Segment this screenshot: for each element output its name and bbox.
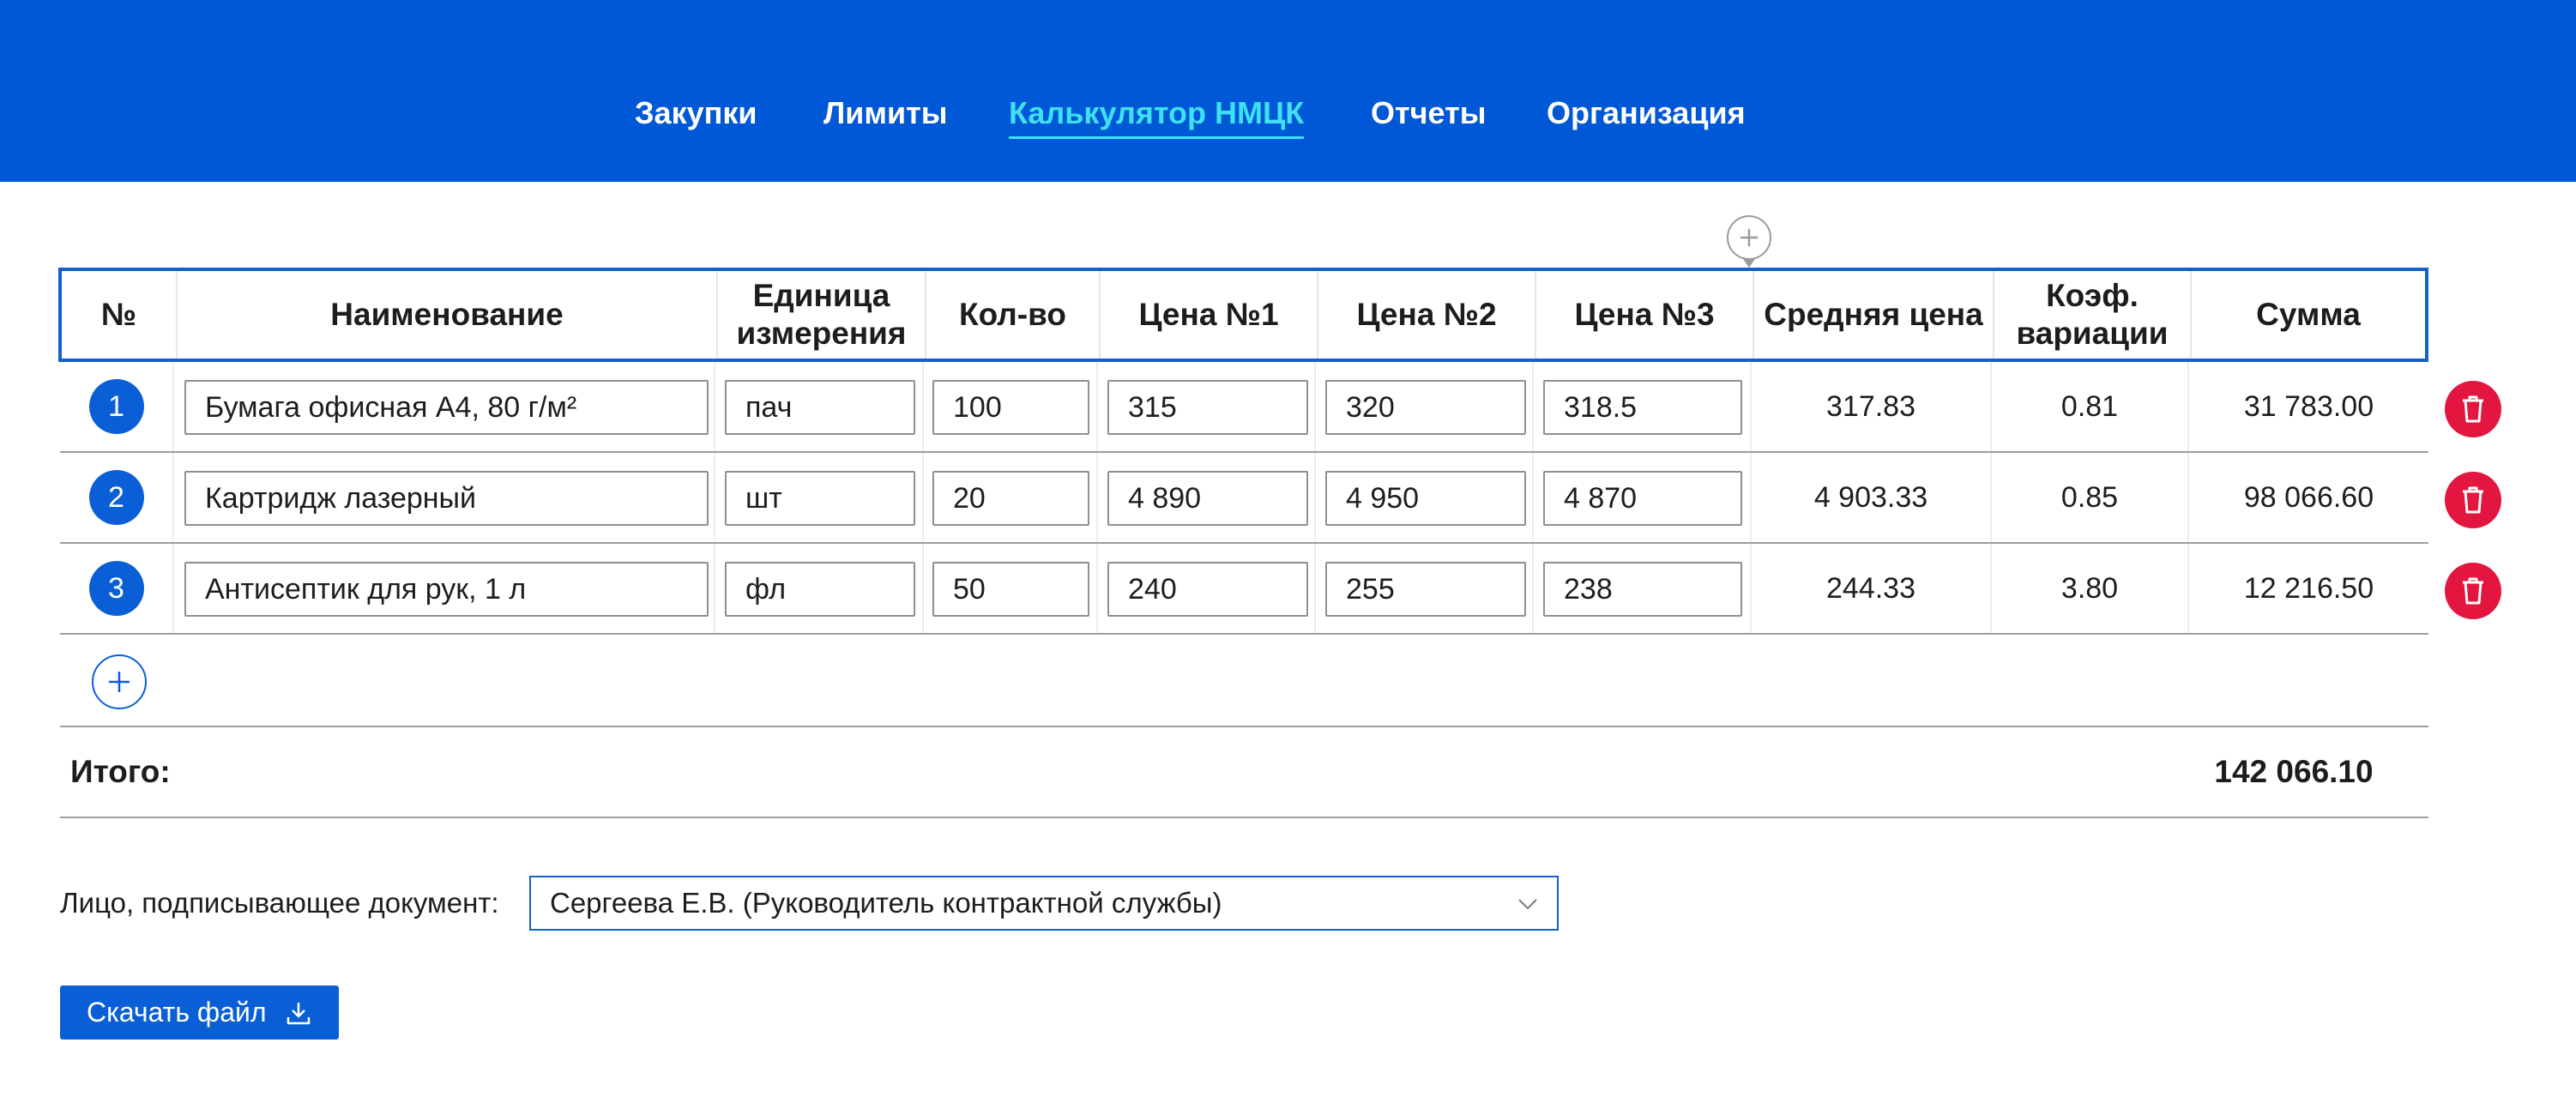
row-number-badge: 2 — [88, 470, 144, 525]
download-icon — [287, 1003, 311, 1025]
table-header: № Наименование Единица измерения Кол-во … — [58, 268, 2428, 362]
signer-select[interactable]: Сергеева Е.В. (Руководитель контрактной … — [529, 876, 1559, 931]
chevron-down-icon — [1518, 899, 1537, 910]
price-3-input[interactable]: 318.5 — [1543, 380, 1742, 435]
sum-value: 31 783.00 — [2243, 389, 2374, 423]
header-variation-coef: Коэф. вариации — [1993, 271, 2190, 359]
header-unit: Единица измерения — [716, 271, 925, 359]
row-num-cell: 3 — [60, 544, 172, 633]
trash-icon — [2463, 395, 2483, 423]
download-button-label: Скачать файл — [87, 997, 267, 1028]
add-row-area — [60, 636, 2428, 727]
nav-item-reports[interactable]: Отчеты — [1371, 89, 1486, 137]
sum-cell: 31 783.00 — [2187, 362, 2428, 451]
variation-coef-value: 0.85 — [2060, 480, 2119, 514]
price-1-input[interactable]: 4 890 — [1107, 471, 1308, 526]
item-name-input[interactable]: Антисептик для рук, 1 л — [184, 562, 709, 617]
price-2-input[interactable]: 4 950 — [1325, 471, 1526, 526]
average-price-cell: 4 903.33 — [1750, 453, 1990, 542]
row-number-badge: 3 — [88, 561, 144, 616]
header-num: № — [100, 297, 137, 332]
row-number-badge: 1 — [88, 379, 144, 434]
delete-row-button[interactable] — [2445, 563, 2501, 619]
header-name: Наименование — [176, 271, 716, 359]
price-3-input[interactable]: 238 — [1543, 562, 1742, 617]
average-price-cell: 317.83 — [1750, 362, 1990, 451]
header-coef-line1: Коэф. — [2046, 278, 2139, 313]
sum-value: 12 216.50 — [2243, 571, 2374, 605]
average-price-cell: 244.33 — [1750, 544, 1990, 633]
download-file-button[interactable]: Скачать файл — [60, 985, 339, 1040]
unit-input[interactable]: пач — [725, 380, 915, 435]
sum-value: 98 066.60 — [2243, 480, 2374, 514]
quantity-input[interactable]: 50 — [932, 562, 1089, 617]
delete-row-button[interactable] — [2445, 472, 2501, 528]
price-2-input[interactable]: 320 — [1325, 380, 1526, 435]
average-price-value: 317.83 — [1826, 389, 1915, 423]
row-num-cell: 2 — [60, 453, 172, 542]
top-navigation-bar: Закупки Лимиты Калькулятор НМЦК Отчеты О… — [0, 0, 2576, 182]
unit-input[interactable]: шт — [725, 471, 915, 526]
header-sum: Сумма — [2190, 271, 2425, 359]
row-num-cell: 1 — [60, 362, 172, 451]
quantity-input[interactable]: 20 — [932, 471, 1089, 526]
variation-coef-value: 3.80 — [2060, 571, 2119, 605]
total-value: 142 066.10 — [2214, 754, 2374, 789]
header-price-1: Цена №1 — [1099, 271, 1317, 359]
table-row: 1 Бумага офисная А4, 80 г/м² пач 100 315… — [60, 362, 2428, 453]
variation-coef-cell: 0.85 — [1990, 453, 2187, 542]
table-row: 2 Картридж лазерный шт 20 4 890 4 950 4 … — [60, 453, 2428, 544]
plus-icon — [109, 672, 130, 692]
table-row: 3 Антисептик для рук, 1 л фл 50 240 255 … — [60, 544, 2428, 635]
add-column-button[interactable] — [1727, 215, 1771, 268]
nav-item-purchases[interactable]: Закупки — [635, 89, 757, 137]
unit-input[interactable]: фл — [725, 562, 915, 617]
main-nav: Закупки Лимиты Калькулятор НМЦК Отчеты О… — [0, 89, 2576, 139]
add-row-button[interactable] — [92, 654, 147, 709]
header-unit-line1: Единица — [752, 278, 890, 313]
price-1-input[interactable]: 315 — [1107, 380, 1308, 435]
nav-item-organization[interactable]: Организация — [1547, 89, 1746, 137]
average-price-value: 4 903.33 — [1813, 480, 1928, 514]
header-unit-line2: измерения — [736, 316, 907, 351]
trash-icon — [2463, 577, 2483, 605]
variation-coef-cell: 3.80 — [1990, 544, 2187, 633]
nav-item-nmck-calculator[interactable]: Калькулятор НМЦК — [1009, 89, 1305, 139]
sum-cell: 12 216.50 — [2187, 544, 2428, 633]
header-price-3: Цена №3 — [1535, 271, 1753, 359]
sum-cell: 98 066.60 — [2187, 453, 2428, 542]
average-price-value: 244.33 — [1826, 571, 1915, 605]
variation-coef-value: 0.81 — [2060, 389, 2119, 423]
price-2-input[interactable]: 255 — [1325, 562, 1526, 617]
delete-row-button[interactable] — [2445, 381, 2501, 437]
signer-label: Лицо, подписывающее документ: — [60, 887, 499, 919]
trash-icon — [2463, 486, 2483, 514]
header-qty: Кол-во — [925, 271, 1099, 359]
header-price-2: Цена №2 — [1317, 271, 1535, 359]
header-average-price: Средняя цена — [1753, 271, 1993, 359]
item-name-input[interactable]: Бумага офисная А4, 80 г/м² — [184, 380, 709, 435]
item-name-input[interactable]: Картридж лазерный — [184, 471, 709, 526]
variation-coef-cell: 0.81 — [1990, 362, 2187, 451]
nav-item-limits[interactable]: Лимиты — [823, 89, 948, 137]
total-row: Итого: 142 066.10 — [60, 727, 2428, 818]
plus-icon — [1740, 229, 1758, 246]
signer-selected-value: Сергеева Е.В. (Руководитель контрактной … — [550, 887, 1222, 919]
quantity-input[interactable]: 100 — [932, 380, 1089, 435]
price-3-input[interactable]: 4 870 — [1543, 471, 1742, 526]
header-coef-line2: вариации — [2016, 316, 2169, 351]
total-label: Итого: — [70, 754, 171, 789]
price-1-input[interactable]: 240 — [1107, 562, 1308, 617]
